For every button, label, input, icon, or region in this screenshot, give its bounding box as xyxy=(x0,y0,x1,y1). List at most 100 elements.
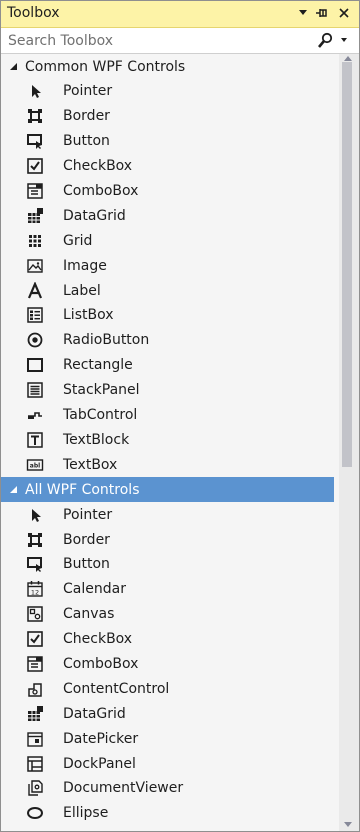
toolbox-item-label: Border xyxy=(63,108,110,125)
toolbox-item[interactable]: DockPanel xyxy=(1,751,339,776)
toolbox-item[interactable]: ContentControl xyxy=(1,676,339,701)
expander-arrow-icon[interactable] xyxy=(9,62,19,72)
search-input[interactable] xyxy=(1,28,311,53)
canvas-icon xyxy=(26,605,44,623)
toolbox-item[interactable]: Border xyxy=(1,527,339,552)
scroll-up-arrow-icon[interactable] xyxy=(343,54,353,62)
textblock-icon xyxy=(26,431,44,449)
ellipse-icon xyxy=(26,804,44,822)
toolbox-item[interactable]: DataGrid xyxy=(1,203,339,228)
listbox-icon xyxy=(26,306,44,324)
toolbox-item[interactable]: CheckBox xyxy=(1,627,339,652)
toolbox-item-label: DockPanel xyxy=(63,755,136,772)
toolbox-item-label: Ellipse xyxy=(63,805,109,822)
toolbox-item[interactable]: CheckBox xyxy=(1,154,339,179)
datagrid-icon xyxy=(26,207,44,225)
toolbox-item[interactable]: Pointer xyxy=(1,502,339,527)
toolbox-item-label: Calendar xyxy=(63,581,126,598)
toolbox-item-label: ListBox xyxy=(63,307,114,324)
toolbox-item[interactable]: 12 Calendar xyxy=(1,577,339,602)
toolbox-item-label: StackPanel xyxy=(63,382,140,399)
button-icon xyxy=(26,555,44,573)
dropdown-arrow-icon xyxy=(299,10,307,15)
stackpanel-icon xyxy=(26,381,44,399)
group-header[interactable]: Common WPF Controls xyxy=(1,54,339,79)
toolbox-item[interactable]: abl TextBox xyxy=(1,452,339,477)
expander-arrow-icon[interactable] xyxy=(9,485,19,495)
combobox-icon xyxy=(26,655,44,673)
toolbox-item-label: TextBlock xyxy=(63,431,130,448)
group-header-label: Common WPF Controls xyxy=(25,58,186,75)
grid-icon xyxy=(26,232,44,250)
toolbox-item[interactable]: TabControl xyxy=(1,403,339,428)
toolbox-item[interactable]: Canvas xyxy=(1,602,339,627)
search-bar xyxy=(1,28,359,54)
toolbox-list: Common WPF Controls Pointer Border Button Ch… xyxy=(1,54,339,831)
toolbox-window: Toolbox Common WPF Controls Pointer Border… xyxy=(0,0,360,832)
rectangle-icon xyxy=(26,356,44,374)
calendar-icon: 12 xyxy=(26,580,44,598)
toolbox-item-label: Rectangle xyxy=(63,357,133,374)
toolbox-item-label: ContentControl xyxy=(63,680,170,697)
toolbox-item-label: Border xyxy=(63,531,110,548)
toolbox-item[interactable]: Border xyxy=(1,104,339,129)
checkbox-icon xyxy=(26,630,44,648)
group-header-label: All WPF Controls xyxy=(25,481,140,498)
image-icon xyxy=(26,257,44,275)
svg-text:12: 12 xyxy=(31,589,39,597)
toolbox-item[interactable]: RadioButton xyxy=(1,328,339,353)
toolbox-item[interactable]: ComboBox xyxy=(1,652,339,677)
toolbox-item[interactable]: DocumentViewer xyxy=(1,776,339,801)
toolbox-item[interactable]: Rectangle xyxy=(1,353,339,378)
toolbox-item[interactable]: Image xyxy=(1,253,339,278)
toolbox-item[interactable]: StackPanel xyxy=(1,378,339,403)
checkbox-icon xyxy=(26,157,44,175)
vertical-scrollbar[interactable] xyxy=(339,54,359,831)
toolbox-item[interactable]: Pointer xyxy=(1,79,339,104)
label-icon xyxy=(26,281,44,300)
toolbox-item-label: ComboBox xyxy=(63,656,139,673)
search-button[interactable] xyxy=(317,32,351,50)
search-icon xyxy=(318,32,347,48)
radiobutton-icon xyxy=(26,331,44,349)
toolbox-item[interactable]: Button xyxy=(1,129,339,154)
datepicker-icon xyxy=(26,730,44,748)
title-bar: Toolbox xyxy=(1,1,359,28)
border-icon xyxy=(26,531,44,549)
border-icon xyxy=(26,107,44,125)
toolbox-item-label: RadioButton xyxy=(63,332,150,349)
toolbox-item[interactable]: Label xyxy=(1,278,339,303)
scrollbar-thumb[interactable] xyxy=(342,62,352,467)
toolbox-item-label: TabControl xyxy=(63,407,138,424)
scroll-down-arrow-icon[interactable] xyxy=(343,821,353,829)
pin-button[interactable] xyxy=(314,4,330,22)
toolbox-item[interactable]: DatePicker xyxy=(1,726,339,751)
svg-text:abl: abl xyxy=(30,462,40,469)
toolbox-item[interactable]: ListBox xyxy=(1,303,339,328)
pin-icon xyxy=(316,9,327,17)
toolbox-item[interactable]: ComboBox xyxy=(1,179,339,204)
toolbox-item[interactable]: TextBlock xyxy=(1,427,339,452)
toolbox-item[interactable]: Grid xyxy=(1,228,339,253)
dockpanel-icon xyxy=(26,755,44,773)
close-button[interactable] xyxy=(336,4,352,22)
toolbox-item[interactable]: Button xyxy=(1,552,339,577)
toolbox-item[interactable]: Ellipse xyxy=(1,801,339,826)
toolbox-item-label: CheckBox xyxy=(63,158,133,175)
window-menu-button[interactable] xyxy=(295,4,311,22)
toolbox-item-label: Label xyxy=(63,282,101,299)
textbox-icon: abl xyxy=(26,456,44,474)
group-header[interactable]: All WPF Controls xyxy=(1,477,334,503)
toolbox-item-label: Grid xyxy=(63,232,93,249)
toolbox-item-label: DocumentViewer xyxy=(63,780,184,797)
toolbox-item-label: Pointer xyxy=(63,83,113,100)
window-title: Toolbox xyxy=(7,5,60,21)
toolbox-item-label: Button xyxy=(63,133,110,150)
toolbox-item-label: TextBox xyxy=(63,456,118,473)
toolbox-item[interactable]: DataGrid xyxy=(1,701,339,726)
toolbox-item-label: ComboBox xyxy=(63,183,139,199)
contentcontrol-icon xyxy=(26,680,44,698)
toolbox-item-label: Canvas xyxy=(63,606,115,623)
button-icon xyxy=(26,132,44,150)
toolbox-item-label: Pointer xyxy=(63,506,113,523)
